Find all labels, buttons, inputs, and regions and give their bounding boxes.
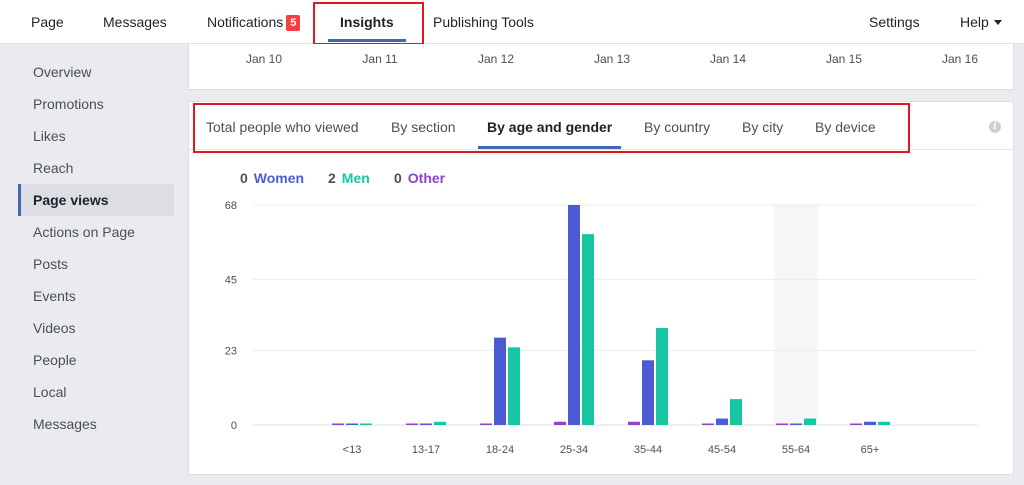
- bar-other-2534[interactable]: [554, 421, 566, 425]
- bar-other-13[interactable]: [332, 423, 344, 426]
- bar-men-4554[interactable]: [730, 399, 742, 425]
- category-highlight: [774, 205, 818, 425]
- caret-down-icon: [993, 20, 1002, 25]
- x-tick-label: 18-24: [486, 444, 514, 456]
- bar-other-1317[interactable]: [406, 423, 418, 426]
- sidebar-item-actions-on-page[interactable]: Actions on Page: [18, 216, 174, 248]
- sidebar-item-likes[interactable]: Likes: [18, 120, 174, 152]
- nav-publishing-tools[interactable]: Publishing Tools: [433, 0, 534, 44]
- sidebar-item-events[interactable]: Events: [18, 280, 174, 312]
- x-tick-label: 35-44: [634, 444, 662, 456]
- date-tick-label: Jan 10: [245, 52, 283, 66]
- bar-women-13[interactable]: [346, 423, 358, 426]
- bar-women-3544[interactable]: [642, 360, 654, 425]
- sidebar-item-people[interactable]: People: [18, 344, 174, 376]
- nav-help[interactable]: Help: [960, 0, 1002, 44]
- sidebar: Overview Promotions Likes Reach Page views Ac…: [18, 56, 174, 440]
- x-tick-label: <13: [343, 444, 362, 456]
- x-tick-label: 55-64: [782, 444, 810, 456]
- sidebar-item-overview[interactable]: Overview: [18, 56, 174, 88]
- bar-women-2534[interactable]: [568, 205, 580, 425]
- x-tick-label: 65+: [861, 444, 880, 456]
- y-tick-label: 68: [225, 200, 237, 212]
- bar-women-1824[interactable]: [494, 337, 506, 425]
- nav-help-label: Help: [960, 14, 989, 30]
- bar-other-1824[interactable]: [480, 423, 492, 426]
- date-axis-card: Jan 10 Jan 11 Jan 12 Jan 13 Jan 14 Jan 15 Jan …: [188, 44, 1014, 90]
- date-tick-label: Jan 13: [593, 52, 631, 66]
- bar-men-3544[interactable]: [656, 327, 668, 425]
- bar-women-65[interactable]: [864, 421, 876, 425]
- sidebar-item-posts[interactable]: Posts: [18, 248, 174, 280]
- bar-men-65[interactable]: [878, 421, 890, 425]
- top-navigation: Page Messages Notifications 5 Insights Pu…: [0, 0, 1024, 44]
- bar-men-5564[interactable]: [804, 418, 816, 425]
- bar-other-65[interactable]: [850, 423, 862, 426]
- nav-notifications[interactable]: Notifications 5: [207, 0, 301, 44]
- bar-women-4554[interactable]: [716, 418, 728, 425]
- bar-other-4554[interactable]: [702, 423, 714, 426]
- nav-settings[interactable]: Settings: [869, 0, 920, 44]
- nav-insights[interactable]: Insights: [328, 0, 406, 44]
- age-gender-bar-chart: 68 45 23 0 <13 13-17 18-24 25-34 35-44 45-54 55-64…: [225, 200, 977, 456]
- sidebar-item-promotions[interactable]: Promotions: [18, 88, 174, 120]
- bar-men-1317[interactable]: [434, 421, 446, 425]
- nav-notifications-label: Notifications: [207, 14, 284, 30]
- nav-messages[interactable]: Messages: [103, 0, 167, 44]
- date-tick-label: Jan 16: [941, 52, 979, 66]
- y-tick-label: 45: [225, 274, 237, 286]
- bar-men-2534[interactable]: [582, 234, 594, 425]
- y-tick-label: 0: [231, 420, 237, 432]
- y-tick-label: 23: [225, 346, 237, 358]
- nav-page[interactable]: Page: [31, 0, 64, 44]
- date-tick-label: Jan 14: [709, 52, 747, 66]
- sidebar-item-local[interactable]: Local: [18, 376, 174, 408]
- sidebar-item-reach[interactable]: Reach: [18, 152, 174, 184]
- date-tick-label: Jan 12: [477, 52, 515, 66]
- sidebar-item-page-views[interactable]: Page views: [18, 184, 174, 216]
- sidebar-item-messages[interactable]: Messages: [18, 408, 174, 440]
- date-tick-label: Jan 15: [825, 52, 863, 66]
- bar-men-1824[interactable]: [508, 347, 520, 425]
- x-tick-label: 45-54: [708, 444, 736, 456]
- x-tick-label: 13-17: [412, 444, 440, 456]
- sidebar-item-videos[interactable]: Videos: [18, 312, 174, 344]
- bar-women-1317[interactable]: [420, 423, 432, 426]
- bar-other-3544[interactable]: [628, 421, 640, 425]
- x-tick-label: 25-34: [560, 444, 588, 456]
- bar-women-5564[interactable]: [790, 423, 802, 426]
- bar-other-5564[interactable]: [776, 423, 788, 426]
- page-views-card: Total people who viewed By section By ag…: [188, 101, 1014, 475]
- bar-men-13[interactable]: [360, 423, 372, 426]
- date-tick-label: Jan 11: [362, 52, 398, 66]
- notifications-badge: 5: [286, 15, 301, 31]
